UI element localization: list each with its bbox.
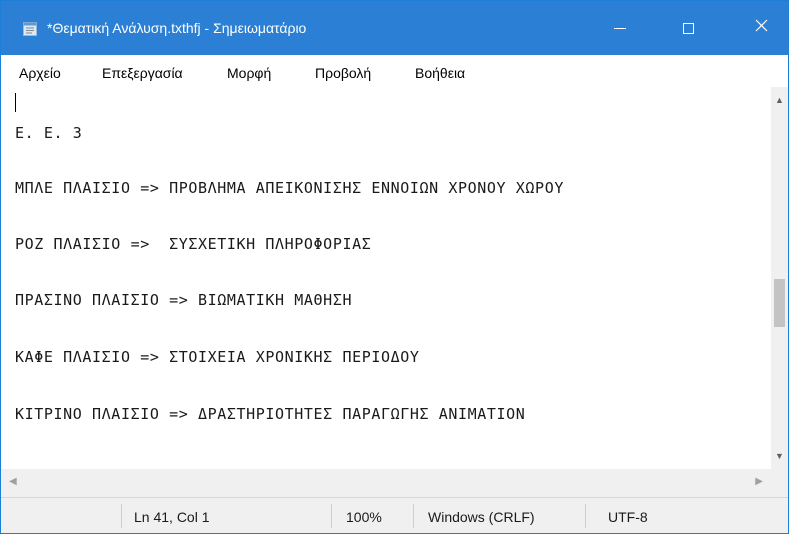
menu-file[interactable]: Αρχείο	[19, 65, 61, 81]
notepad-window: *Θεματική Ανάλυση.txthfj - Σημειωματάριο…	[0, 0, 789, 534]
line-ending: Windows (CRLF)	[428, 509, 535, 525]
menu-view[interactable]: Προβολή	[315, 65, 371, 81]
zoom-level: 100%	[346, 509, 382, 525]
text-line: ΚΑΦΕ ΠΛΑΙΣΙΟ => ΣΤΟΙΧΕΙΑ ΧΡΟΝΙΚΗΣ ΠΕΡΙΟΔ…	[15, 348, 420, 366]
minimize-button[interactable]	[593, 1, 647, 55]
text-line: Ε. Ε. 3	[15, 124, 83, 142]
horizontal-scrollbar[interactable]: ◀ ▶	[1, 469, 771, 497]
text-line: ΚΙΤΡΙΝΟ ΠΛΑΙΣΙΟ => ΔΡΑΣΤΗΡΙΟΤΗΤΕΣ ΠΑΡΑΓΩ…	[15, 405, 526, 423]
status-divider	[121, 504, 122, 528]
status-divider	[585, 504, 586, 528]
status-divider	[413, 504, 414, 528]
text-line: ΜΠΛΕ ΠΛΑΙΣΙΟ => ΠΡΟΒΛΗΜΑ ΑΠΕΙΚΟΝΙΣΗΣ ΕΝΝ…	[15, 179, 564, 197]
window-title: *Θεματική Ανάλυση.txthfj - Σημειωματάριο	[47, 20, 307, 36]
vertical-scrollbar[interactable]: ▲ ▼	[771, 87, 788, 469]
status-divider	[331, 504, 332, 528]
text-editor-area[interactable]: Ε. Ε. 3 ΜΠΛΕ ΠΛΑΙΣΙΟ => ΠΡΟΒΛΗΜΑ ΑΠΕΙΚΟΝ…	[1, 87, 771, 469]
menu-bar: Αρχείο Επεξεργασία Μορφή Προβολή Βοήθεια	[1, 55, 788, 87]
cursor-position: Ln 41, Col 1	[134, 509, 210, 525]
minimize-icon	[614, 27, 626, 29]
vertical-scroll-thumb[interactable]	[774, 279, 785, 327]
status-bar: Ln 41, Col 1 100% Windows (CRLF) UTF-8	[1, 497, 788, 533]
text-caret	[15, 93, 16, 112]
scroll-up-icon[interactable]: ▲	[775, 95, 784, 105]
scroll-right-icon[interactable]: ▶	[755, 476, 763, 487]
maximize-button[interactable]	[661, 1, 715, 55]
text-line: ΡΟΖ ΠΛΑΙΣΙΟ => ΣΥΣΧΕΤΙΚΗ ΠΛΗΡΟΦΟΡΙΑΣ	[15, 235, 372, 253]
encoding: UTF-8	[608, 509, 648, 525]
close-icon	[755, 19, 768, 37]
menu-edit[interactable]: Επεξεργασία	[102, 65, 183, 81]
scroll-down-icon[interactable]: ▼	[775, 451, 784, 461]
menu-help[interactable]: Βοήθεια	[415, 65, 465, 81]
menu-format[interactable]: Μορφή	[227, 65, 271, 81]
maximize-icon	[682, 22, 694, 34]
notepad-icon	[22, 21, 38, 37]
title-bar[interactable]: *Θεματική Ανάλυση.txthfj - Σημειωματάριο	[1, 1, 788, 55]
scrollbar-corner	[771, 469, 788, 497]
text-line: ΠΡΑΣΙΝΟ ΠΛΑΙΣΙΟ => ΒΙΩΜΑΤΙΚΗ ΜΑΘΗΣΗ	[15, 291, 353, 309]
close-button[interactable]	[734, 1, 788, 55]
scroll-left-icon[interactable]: ◀	[9, 476, 17, 487]
